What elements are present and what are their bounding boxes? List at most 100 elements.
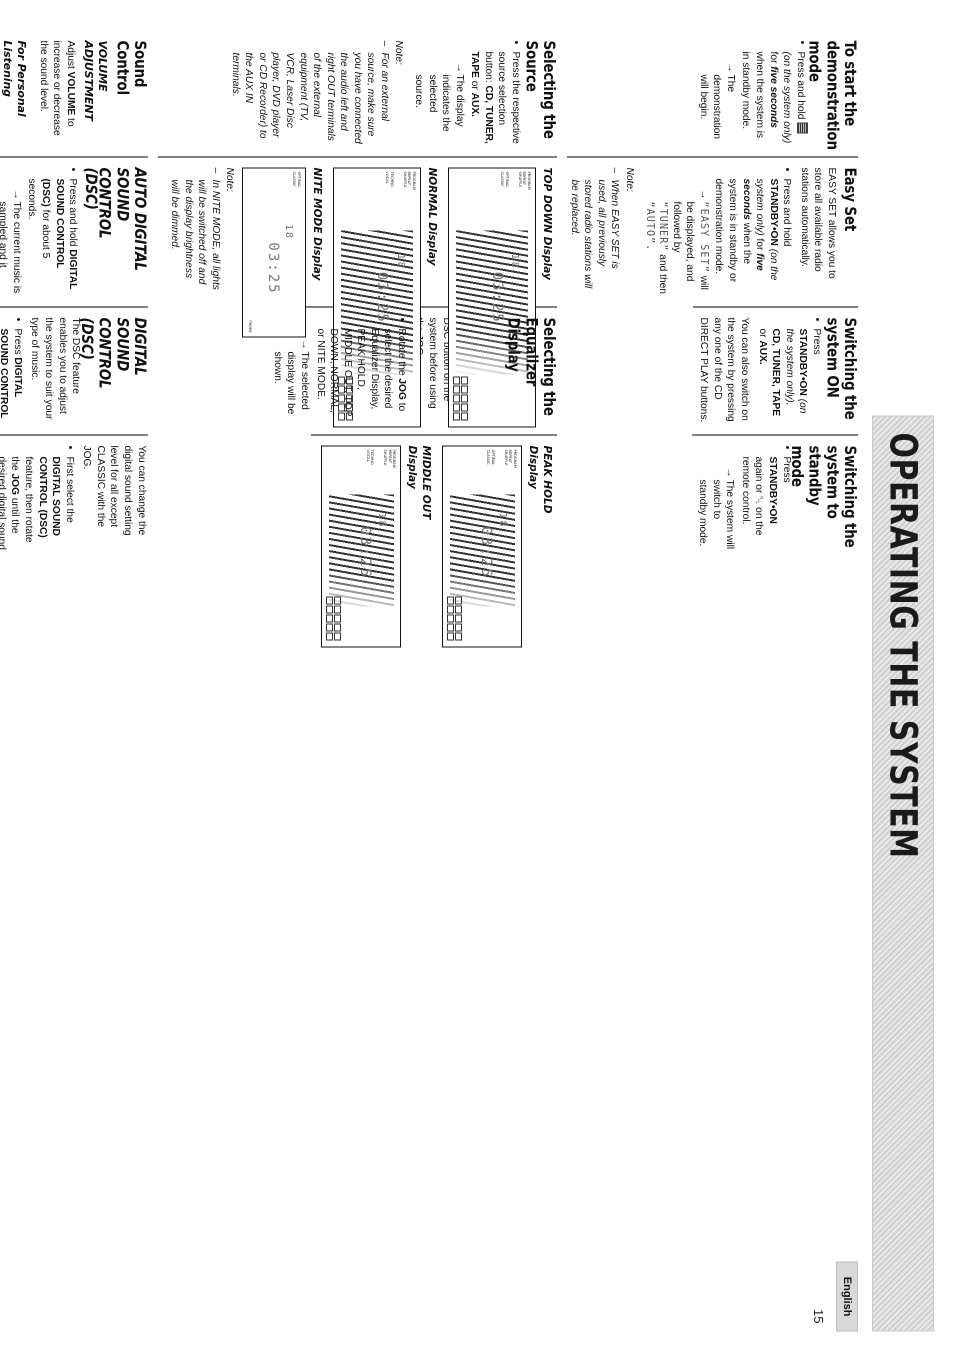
list-item: Press STANDBY•ON again or ␀ on the remot…: [696, 445, 793, 550]
text-run: and then: [657, 253, 669, 294]
lcd-preset-cell: [326, 623, 334, 631]
lcd-small-digits: 18: [375, 512, 387, 529]
lcd-preset-cell: [455, 623, 463, 631]
text-run: JOG: [9, 473, 21, 495]
text-run: CD, TUNER, TAPE: [770, 328, 782, 416]
heading-easy-set: Easy Set: [840, 167, 860, 231]
power-icon: ␀: [753, 495, 765, 504]
lcd-preset-grid: [447, 596, 463, 640]
result-item: “EASY SET” will be displayed, and follow…: [642, 189, 710, 294]
paragraph: The DSC feature enables you to adjust th…: [29, 317, 82, 419]
lcd-preset-cell: [455, 614, 463, 622]
lcd-preset-cell: [334, 632, 342, 640]
lcd-text: “TUNER”: [657, 201, 669, 251]
text-run: First select the: [63, 456, 75, 523]
result-item: The demonstration will begin.: [696, 62, 737, 144]
text-run: to select the desired Equalizer Display,…: [314, 328, 407, 416]
lcd-preset-grid: [326, 596, 342, 640]
text-run: AUX.: [756, 339, 768, 365]
lcd-preset-cell: [461, 403, 469, 411]
text-run: DIGITAL SOUND CONTROL (DSC): [36, 456, 62, 538]
result-item: The selected display will be shown.: [270, 339, 311, 422]
lcd-preset-cell: [334, 605, 342, 613]
note-block: Note: When EASY SET is used, all previou…: [567, 167, 636, 294]
column-auto-dsc: AUTO DIGITAL SOUND CONTROL (DSC) Press a…: [0, 156, 149, 306]
lcd-preset-cell: [447, 614, 455, 622]
list-item: Press STANDBY•ON (on the system only), C…: [755, 317, 823, 422]
note-label: Note:: [393, 40, 405, 65]
list-item: Press the respective source selection bu…: [411, 40, 522, 144]
lcd-illustration: PROGRAM REPEAT SHUFFLE OPTIMAL CLASSIC 1…: [442, 445, 523, 647]
paragraph: Adjust VOLUME to increase or decrease th…: [36, 40, 77, 144]
lcd-preset-cell: [326, 605, 334, 613]
figure-caption: NORMAL Display: [426, 167, 439, 266]
list-item: Press and hold STANDBY•ON (on the system…: [642, 167, 793, 294]
lcd-small-digits: 18: [394, 253, 406, 270]
text-run: five seconds: [767, 65, 779, 128]
lcd-preset-cell: [455, 596, 463, 604]
heading-select-source: Selecting the Source: [521, 40, 559, 139]
result-item: The current music is sampled and it auto…: [0, 189, 23, 294]
column-display-figures-b: PEAK HOLD Display PROGRAM REPEAT SHUFFLE…: [311, 434, 558, 647]
text-run: when the system is in standby mode.: [740, 51, 765, 138]
text-run: STANDBY•ON: [797, 328, 809, 396]
lcd-small-digits: 18: [496, 512, 508, 529]
text-run: or: [469, 80, 481, 90]
text-run: for: [754, 238, 766, 250]
heading-switch-on: Switching the system ON: [822, 317, 860, 420]
text-run: STANDBY•ON: [767, 456, 778, 524]
lcd-time-digits: 03:25: [374, 271, 391, 324]
content-band-top: To start the demonstration mode Press an…: [567, 30, 860, 896]
figure-caption: PEAK HOLD Display: [527, 445, 554, 513]
lcd-small-digits: 18: [283, 223, 295, 240]
paragraph: EASY SET allows you to store all availab…: [798, 167, 837, 279]
heading-select-equalizer: Selecting the Equalizer Display: [503, 317, 559, 416]
lcd-preset-cell: [447, 632, 455, 640]
list-item: Press and hold (on the system only) for …: [696, 40, 808, 144]
lcd-preset-cell: [453, 376, 461, 384]
column-sound-control: Sound Control VOLUME ADJUSTMENT Adjust V…: [0, 30, 149, 156]
figure-nite-mode: NITE MODE Display OPTIMAL CLASSIC 18 03:…: [168, 167, 323, 337]
lcd-preset-cell: [453, 403, 461, 411]
text-run: (on the system only): [781, 51, 793, 143]
column-demo: To start the demonstration mode Press an…: [692, 30, 859, 156]
lcd-preset-cell: [334, 623, 342, 631]
text-run: AUX.: [469, 92, 481, 117]
note-label: Note:: [224, 167, 236, 192]
figure-peak-hold: PEAK HOLD Display PROGRAM REPEAT SHUFFLE…: [442, 445, 554, 647]
list-item: First select the DIGITAL SOUND CONTROL (…: [0, 445, 76, 550]
lcd-text: “AUTO”.: [643, 201, 655, 251]
content-band-middle: Selecting the Source Press the respectiv…: [157, 30, 559, 896]
page-content: To start the demonstration mode Press an…: [0, 30, 860, 896]
lcd-small-digits: 18: [509, 253, 521, 270]
note-item: In NITE MODE, all lights will be switche…: [168, 167, 222, 294]
column-switch-on: Switching the system ON Press STANDBY•ON…: [692, 306, 860, 434]
text-run: Press and hold: [67, 178, 79, 246]
lcd-label-left: PROGRAM REPEAT SHUFFLE: [402, 171, 417, 190]
page-number: 15: [811, 1308, 826, 1323]
section-banner: OPERATING THE SYSTEM: [872, 415, 934, 1331]
text-run: STANDBY•ON: [767, 178, 779, 246]
column-display-figures-a: TOP DOWN Display PROGRAM REPEAT SHUFFLE …: [157, 156, 558, 427]
text-run: again or: [753, 456, 765, 493]
lcd-preset-cell: [461, 394, 469, 402]
text-run: Press: [11, 328, 23, 355]
lcd-preset-cell: [461, 376, 469, 384]
column-dsc: DIGITAL SOUND CONTROL (DSC) The DSC feat…: [0, 306, 149, 434]
lcd-preset-cell: [461, 385, 469, 393]
lcd-label-left-2: OPTIMAL CLASSIC: [486, 449, 496, 465]
text-run: for: [767, 51, 779, 63]
lcd-time-digits: 03:25: [477, 526, 494, 579]
lcd-preset-cell: [326, 596, 334, 604]
note-block: Note: For an external source, make sure …: [228, 40, 405, 144]
lcd-label-left-2: OPTIMAL CLASSIC: [500, 171, 510, 187]
note-block: Note: In NITE MODE, all lights will be s…: [168, 167, 237, 294]
page-title: OPERATING THE SYSTEM: [881, 432, 925, 859]
list-item: Press and hold DIGITAL SOUND CONTROL (DS…: [0, 167, 79, 294]
text-run: Adjust: [65, 40, 77, 69]
lcd-preset-cell: [334, 596, 342, 604]
column-dsc-levels: You can change the digital sound setting…: [0, 434, 148, 562]
text-run: Press: [810, 328, 822, 355]
lcd-preset-cell: [326, 632, 334, 640]
column-source: Selecting the Source Press the respectiv…: [228, 30, 559, 156]
